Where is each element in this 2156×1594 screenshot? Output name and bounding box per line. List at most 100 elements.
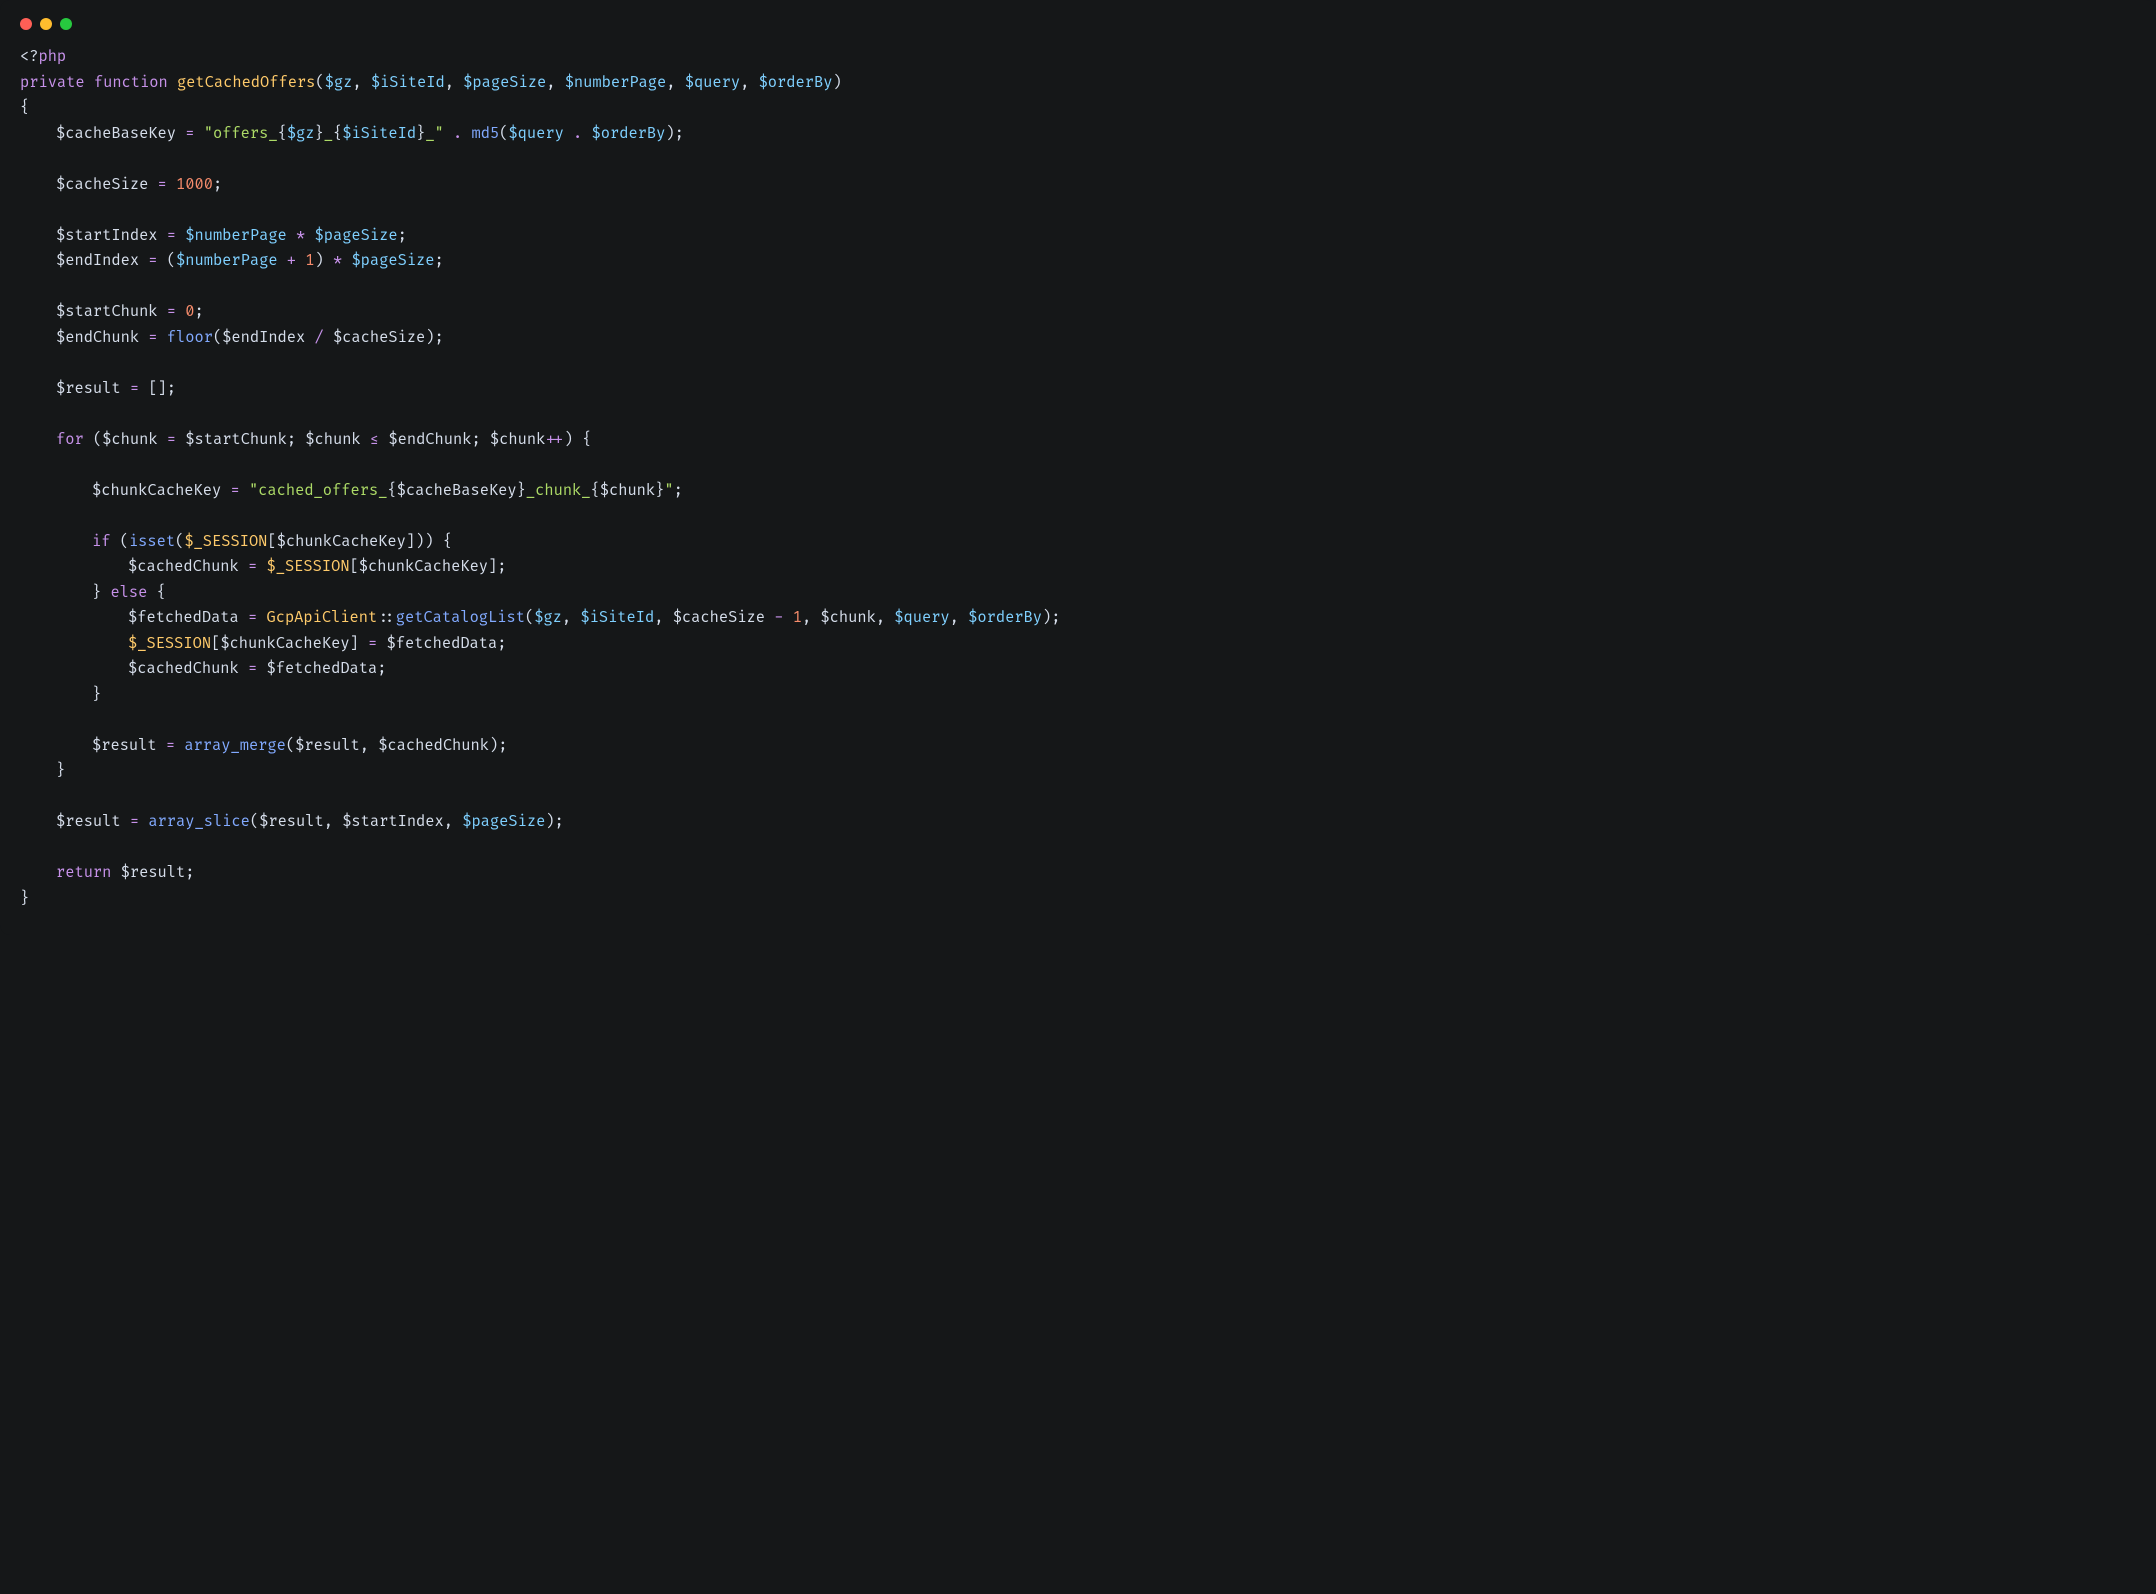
code-token: { [387, 481, 396, 500]
code-token: $cachedChunk [128, 557, 239, 576]
code-token: - [765, 608, 793, 627]
code-token: $orderBy [592, 124, 666, 143]
code-token: } [56, 761, 65, 780]
code-token: _chunk_ [526, 481, 591, 500]
code-token: $result [121, 863, 186, 882]
code-token: array_slice [148, 812, 250, 831]
code-token: ) [425, 328, 434, 347]
code-token: $query [894, 608, 949, 627]
code-token: ) [564, 430, 573, 449]
code-token: array_merge [184, 736, 286, 755]
code-token: = [139, 328, 167, 347]
code-token: $orderBy [759, 73, 833, 92]
code-token: ) [415, 532, 424, 551]
code-token: $fetchedData [266, 659, 377, 678]
code-token: :: [377, 608, 395, 627]
code-token: $pageSize [462, 812, 545, 831]
code-token: = [158, 302, 186, 321]
code-token: $chunk [305, 430, 360, 449]
close-icon[interactable] [20, 18, 32, 30]
code-token: if [92, 532, 110, 551]
code-token: ( [175, 532, 184, 551]
code-token: ] [406, 532, 415, 551]
code-token: [] [148, 379, 166, 398]
code-token: $query [685, 73, 740, 92]
code-token: $chunk [600, 481, 655, 500]
code-token: $pageSize [351, 251, 434, 270]
code-token: php [38, 47, 66, 66]
code-token: + [278, 251, 306, 270]
minimize-icon[interactable] [40, 18, 52, 30]
code-editor[interactable]: <?phpprivate function getCachedOffers($g… [0, 40, 2156, 935]
code-token: $cacheSize [333, 328, 425, 347]
code-token: [ [267, 532, 276, 551]
code-token: GcpApiClient [266, 608, 377, 627]
code-token: function [94, 73, 168, 92]
code-token: } [416, 124, 425, 143]
code-token: ; [497, 557, 506, 576]
code-token: $chunkCacheKey [220, 634, 349, 653]
code-token: . [444, 124, 472, 143]
code-line: } else { [20, 580, 2136, 606]
code-token: = [158, 430, 186, 449]
code-token: ; [435, 328, 444, 347]
code-token: $endChunk [388, 430, 471, 449]
code-token: $startIndex [56, 226, 158, 245]
code-token: = [239, 659, 267, 678]
code-token: $startIndex [342, 812, 444, 831]
code-token: $gz [325, 73, 353, 92]
code-token: * [324, 251, 352, 270]
code-token: ( [120, 532, 129, 551]
code-token: ; [185, 863, 194, 882]
code-token: $pageSize [463, 73, 546, 92]
code-token: $startChunk [56, 302, 158, 321]
code-token: = [121, 379, 149, 398]
code-token: ; [213, 175, 222, 194]
code-token: [ [350, 557, 359, 576]
zoom-icon[interactable] [60, 18, 72, 30]
code-token: $result [56, 379, 121, 398]
code-token: ] [488, 557, 497, 576]
code-token: , [360, 736, 378, 755]
code-token: / [305, 328, 333, 347]
code-line: private function getCachedOffers($gz, $i… [20, 70, 2136, 96]
code-token: ) [315, 251, 324, 270]
code-token: $_SESSION [128, 634, 211, 653]
code-token: $result [295, 736, 360, 755]
code-token: , [876, 608, 894, 627]
code-token: ; [1051, 608, 1060, 627]
code-token: ; [497, 634, 506, 653]
code-token: $result [56, 812, 121, 831]
code-token: * [287, 226, 315, 245]
code-token: $iSiteId [371, 73, 445, 92]
code-line: $startIndex = $numberPage * $pageSize; [20, 223, 2136, 249]
code-token: $startChunk [185, 430, 287, 449]
code-token: ) [665, 124, 674, 143]
code-token: , [445, 73, 463, 92]
code-token: = [139, 251, 167, 270]
code-token: " [664, 481, 673, 500]
code-token: $result [259, 812, 324, 831]
code-token: for [56, 430, 84, 449]
code-token: { [20, 98, 29, 117]
code-token: ≤ [361, 430, 389, 449]
code-token: { [582, 430, 591, 449]
code-token: getCatalogList [396, 608, 525, 627]
code-token: $gz [534, 608, 562, 627]
code-line: $result = []; [20, 376, 2136, 402]
code-token: = [359, 634, 387, 653]
code-token: $fetchedData [386, 634, 497, 653]
window-titlebar [0, 0, 2156, 40]
code-token: ; [398, 226, 407, 245]
code-token: _" [425, 124, 443, 143]
code-token: , [444, 812, 462, 831]
code-token: private [20, 73, 85, 92]
code-token: { [278, 124, 287, 143]
code-token: = [239, 608, 267, 627]
code-line: <?php [20, 44, 2136, 70]
editor-window: <?phpprivate function getCachedOffers($g… [0, 0, 2156, 935]
code-token: $fetchedData [128, 608, 239, 627]
code-token: ; [287, 430, 305, 449]
code-token: = [176, 124, 204, 143]
code-line [20, 197, 2136, 223]
